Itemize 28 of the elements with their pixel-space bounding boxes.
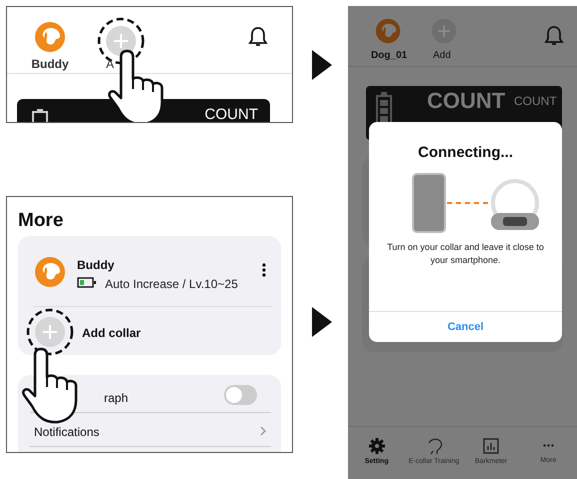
- add-collar-label[interactable]: Add collar: [82, 324, 141, 342]
- dialog-title: Connecting...: [418, 143, 513, 163]
- battery-icon: [77, 277, 97, 288]
- count-label: COUNT: [514, 93, 557, 110]
- dashed-circle-highlight: [26, 308, 74, 356]
- profile-name[interactable]: Dog_01: [366, 48, 412, 63]
- cancel-button[interactable]: Cancel: [369, 312, 562, 342]
- add-label: A: [106, 56, 114, 73]
- setting-label: raph: [104, 390, 128, 407]
- profile-name[interactable]: Buddy: [25, 55, 75, 73]
- screen-title: More: [18, 209, 64, 233]
- collar-mode: Auto Increase / Lv.10~25: [105, 276, 238, 293]
- collar-name: Buddy: [77, 257, 114, 274]
- toggle-switch[interactable]: [224, 385, 257, 405]
- setting-label[interactable]: Notifications: [34, 423, 100, 441]
- count-label: COUNT: [204, 105, 258, 122]
- add-label[interactable]: Add: [433, 48, 451, 63]
- dialog-message: Turn on your collar and leave it close to your smartphone.: [386, 240, 545, 266]
- arrow-icon: [312, 50, 332, 80]
- more-dots-icon: [542, 444, 554, 447]
- arrow-icon: [312, 307, 332, 337]
- more-options-icon[interactable]: [262, 263, 266, 277]
- add-button-icon[interactable]: [105, 25, 137, 57]
- chevron-right-icon[interactable]: [260, 426, 266, 436]
- settings-icon: [368, 437, 386, 455]
- mode-label: COUNT: [427, 90, 506, 112]
- bar-chart-icon: [482, 437, 500, 455]
- bell-icon[interactable]: [247, 25, 269, 49]
